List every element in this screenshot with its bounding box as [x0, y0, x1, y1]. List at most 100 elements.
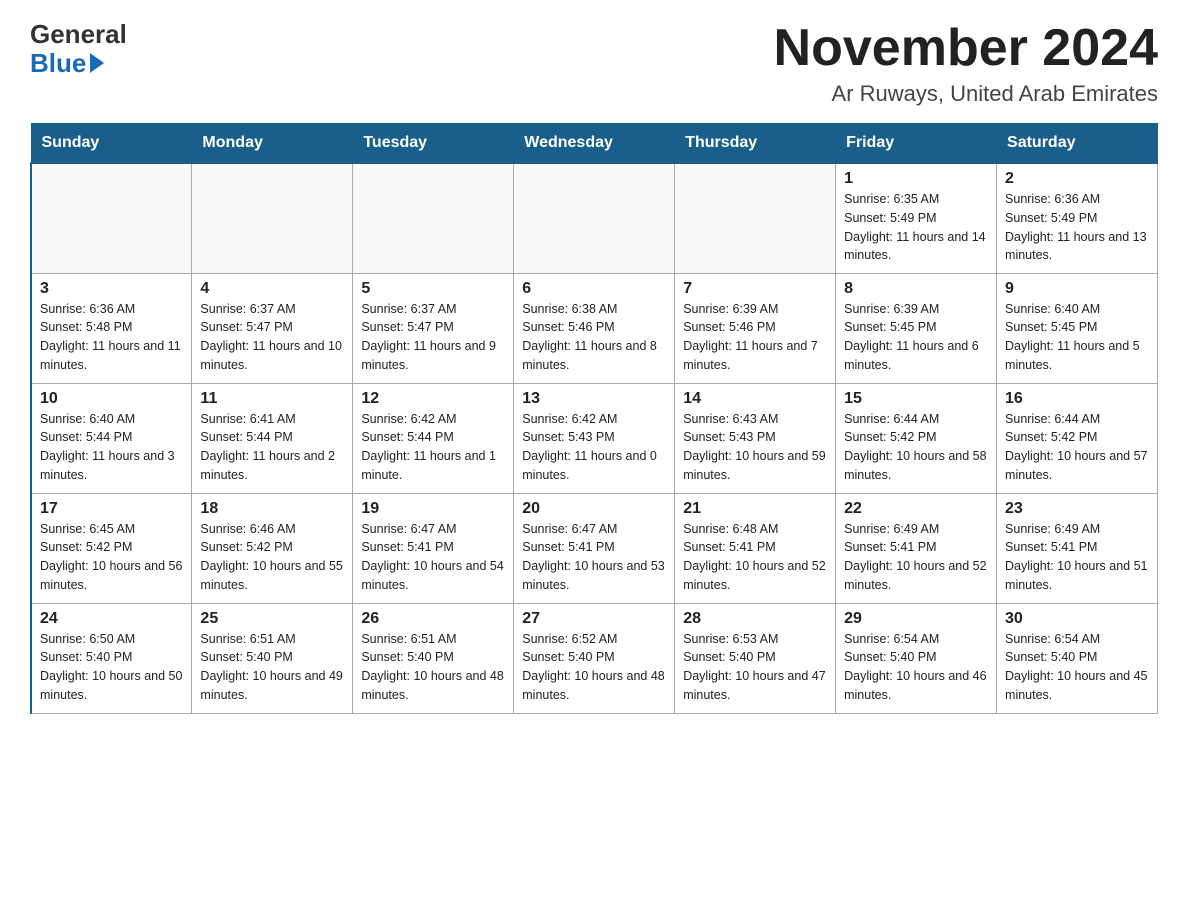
sunset-text: Sunset: 5:44 PM	[40, 428, 183, 447]
daylight-text: Daylight: 11 hours and 14 minutes.	[844, 228, 988, 266]
daylight-text: Daylight: 11 hours and 2 minutes.	[200, 447, 344, 485]
day-number: 9	[1005, 280, 1149, 298]
daylight-text: Daylight: 11 hours and 3 minutes.	[40, 447, 183, 485]
sunset-text: Sunset: 5:40 PM	[1005, 648, 1149, 667]
calendar-cell: 24 Sunrise: 6:50 AMSunset: 5:40 PMDayligh…	[31, 603, 192, 713]
day-number: 14	[683, 390, 827, 408]
sunrise-text: Sunrise: 6:37 AM	[200, 300, 344, 319]
sunset-text: Sunset: 5:46 PM	[683, 318, 827, 337]
day-number: 19	[361, 500, 505, 518]
calendar-cell: 18Sunrise: 6:46 AMSunset: 5:42 PMDayligh…	[192, 493, 353, 603]
day-info: Sunrise: 6:40 AMSunset: 5:45 PMDaylight:…	[1005, 300, 1149, 375]
day-info: Sunrise: 6:36 AMSunset: 5:49 PMDaylight:…	[1005, 190, 1149, 265]
sunset-text: Sunset: 5:45 PM	[844, 318, 988, 337]
sunrise-text: Sunrise: 6:52 AM	[522, 630, 666, 649]
sunrise-text: Sunrise: 6:53 AM	[683, 630, 827, 649]
daylight-text: Daylight: 10 hours and 58 minutes.	[844, 447, 988, 485]
sunrise-text: Sunrise: 6:49 AM	[844, 520, 988, 539]
header-wednesday: Wednesday	[514, 124, 675, 164]
calendar-cell	[31, 163, 192, 273]
daylight-text: Daylight: 11 hours and 13 minutes.	[1005, 228, 1149, 266]
calendar-cell: 10 Sunrise: 6:40 AMSunset: 5:44 PMDayligh…	[31, 383, 192, 493]
day-info: Sunrise: 6:54 AMSunset: 5:40 PMDaylight:…	[844, 630, 988, 705]
day-info: Sunrise: 6:35 AMSunset: 5:49 PMDaylight:…	[844, 190, 988, 265]
day-number: 24	[40, 610, 183, 628]
daylight-text: Daylight: 10 hours and 52 minutes.	[683, 557, 827, 595]
day-info: Sunrise: 6:39 AMSunset: 5:45 PMDaylight:…	[844, 300, 988, 375]
day-number: 22	[844, 500, 988, 518]
daylight-text: Daylight: 10 hours and 51 minutes.	[1005, 557, 1149, 595]
sunrise-text: Sunrise: 6:37 AM	[361, 300, 505, 319]
day-number: 16	[1005, 390, 1149, 408]
sunrise-text: Sunrise: 6:36 AM	[40, 300, 183, 319]
day-info: Sunrise: 6:37 AMSunset: 5:47 PMDaylight:…	[361, 300, 505, 375]
day-info: Sunrise: 6:41 AMSunset: 5:44 PMDaylight:…	[200, 410, 344, 485]
calendar-cell: 28Sunrise: 6:53 AMSunset: 5:40 PMDayligh…	[675, 603, 836, 713]
sunrise-text: Sunrise: 6:49 AM	[1005, 520, 1149, 539]
day-info: Sunrise: 6:49 AMSunset: 5:41 PMDaylight:…	[1005, 520, 1149, 595]
sunrise-text: Sunrise: 6:51 AM	[200, 630, 344, 649]
header-saturday: Saturday	[997, 124, 1158, 164]
day-number: 10	[40, 390, 183, 408]
sunset-text: Sunset: 5:40 PM	[683, 648, 827, 667]
sunrise-text: Sunrise: 6:54 AM	[1005, 630, 1149, 649]
calendar-cell: 6Sunrise: 6:38 AMSunset: 5:46 PMDaylight…	[514, 273, 675, 383]
calendar-cell: 29Sunrise: 6:54 AMSunset: 5:40 PMDayligh…	[836, 603, 997, 713]
calendar-cell: 7Sunrise: 6:39 AMSunset: 5:46 PMDaylight…	[675, 273, 836, 383]
sunrise-text: Sunrise: 6:51 AM	[361, 630, 505, 649]
logo-blue-text: Blue	[30, 49, 104, 78]
day-number: 11	[200, 390, 344, 408]
sunrise-text: Sunrise: 6:38 AM	[522, 300, 666, 319]
day-info: Sunrise: 6:36 AMSunset: 5:48 PMDaylight:…	[40, 300, 183, 375]
sunset-text: Sunset: 5:44 PM	[200, 428, 344, 447]
day-number: 13	[522, 390, 666, 408]
day-info: Sunrise: 6:50 AMSunset: 5:40 PMDaylight:…	[40, 630, 183, 705]
day-info: Sunrise: 6:47 AMSunset: 5:41 PMDaylight:…	[522, 520, 666, 595]
calendar-cell: 5 Sunrise: 6:37 AMSunset: 5:47 PMDaylight…	[353, 273, 514, 383]
sunset-text: Sunset: 5:41 PM	[1005, 538, 1149, 557]
sunrise-text: Sunrise: 6:36 AM	[1005, 190, 1149, 209]
sunset-text: Sunset: 5:42 PM	[200, 538, 344, 557]
day-info: Sunrise: 6:43 AMSunset: 5:43 PMDaylight:…	[683, 410, 827, 485]
sunrise-text: Sunrise: 6:39 AM	[683, 300, 827, 319]
sunset-text: Sunset: 5:48 PM	[40, 318, 183, 337]
header-monday: Monday	[192, 124, 353, 164]
calendar-week-1: 1Sunrise: 6:35 AMSunset: 5:49 PMDaylight…	[31, 163, 1158, 273]
calendar-cell: 17Sunrise: 6:45 AMSunset: 5:42 PMDayligh…	[31, 493, 192, 603]
daylight-text: Daylight: 11 hours and 10 minutes.	[200, 337, 344, 375]
calendar-cell: 12Sunrise: 6:42 AMSunset: 5:44 PMDayligh…	[353, 383, 514, 493]
day-number: 28	[683, 610, 827, 628]
sunset-text: Sunset: 5:43 PM	[522, 428, 666, 447]
daylight-text: Daylight: 10 hours and 46 minutes.	[844, 667, 988, 705]
day-number: 5	[361, 280, 505, 298]
header-row: Sunday Monday Tuesday Wednesday Thursday…	[31, 124, 1158, 164]
daylight-text: Daylight: 11 hours and 11 minutes.	[40, 337, 183, 375]
page-header: General Blue November 2024 Ar Ruways, Un…	[30, 20, 1158, 107]
calendar-cell	[675, 163, 836, 273]
sunset-text: Sunset: 5:42 PM	[1005, 428, 1149, 447]
sunrise-text: Sunrise: 6:40 AM	[40, 410, 183, 429]
calendar-body: 1Sunrise: 6:35 AMSunset: 5:49 PMDaylight…	[31, 163, 1158, 713]
calendar-cell: 19Sunrise: 6:47 AMSunset: 5:41 PMDayligh…	[353, 493, 514, 603]
daylight-text: Daylight: 10 hours and 53 minutes.	[522, 557, 666, 595]
daylight-text: Daylight: 11 hours and 7 minutes.	[683, 337, 827, 375]
sunset-text: Sunset: 5:49 PM	[1005, 209, 1149, 228]
sunrise-text: Sunrise: 6:40 AM	[1005, 300, 1149, 319]
sunset-text: Sunset: 5:46 PM	[522, 318, 666, 337]
day-info: Sunrise: 6:38 AMSunset: 5:46 PMDaylight:…	[522, 300, 666, 375]
sunset-text: Sunset: 5:40 PM	[40, 648, 183, 667]
day-info: Sunrise: 6:42 AMSunset: 5:44 PMDaylight:…	[361, 410, 505, 485]
calendar-cell: 4Sunrise: 6:37 AMSunset: 5:47 PMDaylight…	[192, 273, 353, 383]
calendar-cell: 14 Sunrise: 6:43 AMSunset: 5:43 PMDayligh…	[675, 383, 836, 493]
calendar-cell: 2Sunrise: 6:36 AMSunset: 5:49 PMDaylight…	[997, 163, 1158, 273]
daylight-text: Daylight: 10 hours and 48 minutes.	[522, 667, 666, 705]
calendar-cell: 3Sunrise: 6:36 AMSunset: 5:48 PMDaylight…	[31, 273, 192, 383]
sunset-text: Sunset: 5:40 PM	[844, 648, 988, 667]
sunrise-text: Sunrise: 6:41 AM	[200, 410, 344, 429]
sunset-text: Sunset: 5:42 PM	[40, 538, 183, 557]
day-number: 27	[522, 610, 666, 628]
calendar-cell: 25Sunrise: 6:51 AMSunset: 5:40 PMDayligh…	[192, 603, 353, 713]
calendar-table: Sunday Monday Tuesday Wednesday Thursday…	[30, 123, 1158, 714]
sunrise-text: Sunrise: 6:47 AM	[361, 520, 505, 539]
daylight-text: Daylight: 11 hours and 6 minutes.	[844, 337, 988, 375]
